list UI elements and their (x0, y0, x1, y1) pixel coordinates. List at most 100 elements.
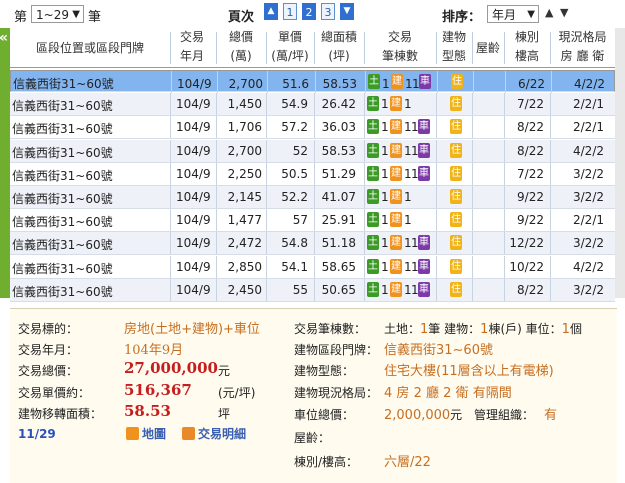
map-icon (126, 427, 139, 440)
row-total: 1,477 (227, 213, 262, 228)
table-header: 區段位置或區段門牌 交易 年月 總價 (萬) 單價 (萬/坪) 總面積 (坪) 交易 筆棟… (10, 28, 615, 68)
parking-badge-icon: 車 (418, 281, 430, 297)
parking-badge-icon: 車 (418, 258, 430, 274)
row-floor: 8/22 (517, 143, 544, 158)
column-divider (216, 209, 217, 232)
land-badge-icon: 土 (367, 258, 379, 274)
building-badge-icon: 建 (390, 189, 402, 204)
table-row[interactable]: 信義西街31~60號 104/9 2,700 51.6 58.53 土 1 建 1 車 1 住 6/22… (10, 70, 615, 93)
row-address: 信義西街31~60號 (13, 77, 114, 91)
column-divider (314, 162, 315, 185)
table-row[interactable]: 信義西街31~60號 104/9 2,700 52 58.53 土 1 建 1 車 1 住 8/22 4/… (10, 139, 615, 163)
row-area: 58.65 (321, 259, 356, 274)
row-unit: 57 (292, 213, 308, 228)
detail-panel: 交易標的： 房地(土地+建物)+車位 交易年月： 104年9月 交易總價： 27… (10, 308, 617, 483)
parking-badge-icon: 車 (418, 235, 430, 251)
row-layout: 2/2/1 (573, 97, 604, 112)
page-button-1[interactable]: 1 (283, 3, 297, 20)
table-row[interactable]: 信義西街31~60號 104/9 2,472 54.8 51.18 土 1 建 1 車 1 住 12/2… (10, 232, 615, 256)
sort-asc-icon[interactable]: ▲ (545, 6, 553, 19)
column-divider (171, 71, 172, 93)
vertical-scrollbar[interactable] (615, 28, 625, 298)
row-address: 信義西街31~60號 (12, 192, 113, 206)
column-divider (505, 71, 506, 93)
sort-select[interactable]: 年月 ▼ (487, 5, 539, 23)
row-address: 信義西街31~60號 (12, 284, 113, 299)
row-unit: 55 (292, 282, 308, 297)
row-land-count: 1 (382, 77, 390, 91)
detail-unit-label: 交易單價約： (18, 386, 91, 400)
header-yearmonth: 交易 年月 (179, 30, 204, 63)
document-icon (182, 427, 195, 440)
column-divider (504, 232, 505, 255)
row-land-count: 1 (381, 282, 389, 297)
header-layout: 現況格局房 廳 衛 (558, 30, 607, 63)
table-row[interactable]: 信義西街31~60號 104/9 1,477 57 25.91 土 1 建 1 住 9/22 2/2/… (10, 209, 615, 233)
row-area: 50.65 (321, 282, 356, 297)
column-divider (436, 116, 437, 139)
table-row[interactable]: 信義西街31~60號 104/9 2,850 54.1 58.65 土 1 建 1 車 1 住 10/2… (10, 255, 615, 279)
column-divider (170, 255, 171, 278)
detail-area-label: 建物移轉面積： (18, 407, 103, 421)
row-unit: 52 (292, 143, 308, 158)
sort-desc-icon[interactable]: ▼ (560, 6, 568, 19)
column-divider (436, 232, 437, 255)
table-row[interactable]: 信義西街31~60號 104/9 1,706 57.2 36.03 土 1 建 1 車 1 住 8/22… (10, 116, 615, 140)
triangle-up-icon[interactable]: ▲ (264, 3, 278, 20)
column-divider (364, 162, 365, 185)
transaction-detail-button[interactable]: 交易明細 (182, 425, 246, 442)
chevron-down-icon: ▼ (527, 9, 535, 20)
row-land-count: 1 (381, 166, 389, 181)
row-total: 2,700 (227, 143, 262, 158)
toolbar: 第 1~29 ▼ 筆 頁次 ▲ 1 2 3 ▼ 排序： 年月 ▼ ▲ ▼ (0, 0, 625, 28)
page-button-3[interactable]: 3 (321, 3, 335, 20)
row-land-count: 1 (381, 259, 389, 274)
column-divider (504, 278, 505, 301)
detail-layout-label: 建物現況格局： (294, 386, 379, 400)
row-layout: 3/2/2 (573, 236, 604, 251)
header-total: 總價 (萬) (228, 30, 253, 63)
row-floor: 7/22 (517, 97, 544, 112)
column-divider (216, 255, 217, 278)
detail-count-value: 土地：1筆 建物：1棟(戶) 車位：1個 (384, 322, 582, 337)
row-layout: 3/2/2 (573, 190, 604, 204)
row-total: 2,700 (228, 77, 263, 91)
column-divider (504, 186, 505, 208)
page-label: 頁次 (228, 10, 255, 25)
row-address: 信義西街31~60號 (12, 145, 113, 160)
table-row[interactable]: 信義西街31~60號 104/9 1,450 54.9 26.42 土 1 建 1 住 7/22 2/… (10, 93, 615, 117)
row-unit: 51.6 (282, 77, 309, 91)
parking-badge-icon: 車 (419, 74, 431, 89)
triangle-down-icon[interactable]: ▼ (340, 3, 354, 20)
row-building-count: 1 (404, 213, 412, 228)
parking-badge-icon: 車 (418, 142, 430, 158)
column-divider (365, 71, 366, 93)
row-area: 36.03 (321, 120, 356, 135)
row-yearmonth: 104/9 (176, 120, 211, 135)
column-divider (170, 162, 171, 185)
row-area: 58.53 (322, 77, 357, 91)
range-select[interactable]: 1~29 ▼ (31, 5, 84, 23)
row-total: 2,472 (227, 236, 262, 251)
row-unit: 54.8 (281, 236, 308, 251)
column-divider (266, 232, 267, 255)
column-divider (314, 139, 315, 162)
table-row[interactable]: 信義西街31~60號 104/9 2,450 55 50.65 土 1 建 1 車 1 住 8/22 3/… (10, 278, 615, 302)
page-button-2[interactable]: 2 (302, 3, 316, 20)
map-button[interactable]: 地圖 (126, 425, 166, 442)
column-divider (550, 209, 551, 232)
column-divider (364, 139, 365, 162)
row-yearmonth: 104/9 (176, 190, 211, 204)
row-address: 信義西街31~60號 (12, 122, 113, 137)
collapse-panel-strip[interactable]: « (0, 28, 10, 298)
land-badge-icon: 土 (367, 142, 379, 158)
double-chevron-left-icon: « (0, 30, 8, 46)
detail-car-price-value: 2,000,000元 (384, 408, 463, 423)
column-divider (504, 139, 505, 162)
column-divider (216, 139, 217, 162)
row-layout: 2/2/1 (573, 120, 604, 135)
table-row[interactable]: 信義西街31~60號 104/9 2,145 52.2 41.07 土 1 建 1 住 9/22 3/… (10, 186, 615, 209)
row-yearmonth: 104/9 (176, 282, 211, 297)
detail-floor-value: 六層/22 (384, 455, 431, 470)
table-row[interactable]: 信義西街31~60號 104/9 2,250 50.5 51.29 土 1 建 1 車 1 住 7/22… (10, 162, 615, 186)
